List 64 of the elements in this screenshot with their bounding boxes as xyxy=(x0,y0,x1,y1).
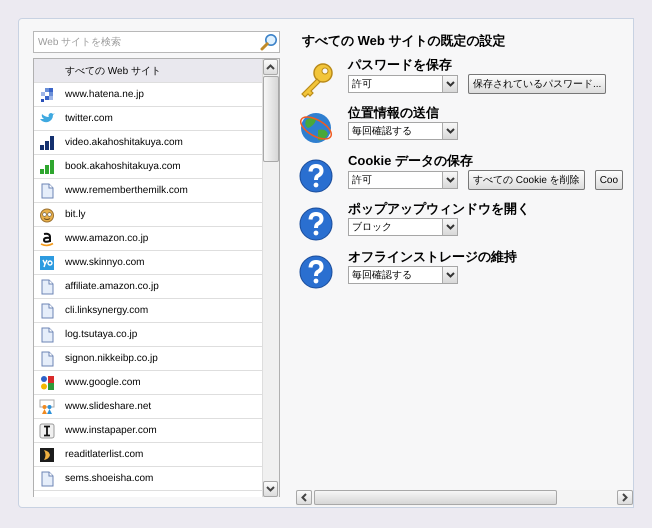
dropdown[interactable]: 毎回確認する xyxy=(348,122,458,140)
face-icon xyxy=(39,206,55,222)
grid-icon xyxy=(39,86,55,102)
chevron-down-icon xyxy=(446,272,454,278)
dropdown[interactable]: 許可 xyxy=(348,171,458,189)
site-item[interactable]: www.rememberthemilk.com xyxy=(65,185,188,196)
site-item[interactable]: www.google.com xyxy=(65,377,141,388)
page-icon xyxy=(39,470,55,486)
chevron-up-icon xyxy=(266,64,275,70)
colored-dots-icon xyxy=(39,374,55,390)
action-button[interactable]: Coo xyxy=(594,170,624,190)
page-icon xyxy=(39,182,55,198)
setting-label: パスワードを保存 xyxy=(348,56,453,74)
search-icon[interactable] xyxy=(260,33,278,51)
site-item[interactable]: www.hatena.ne.jp xyxy=(65,89,144,100)
i-beam-icon xyxy=(39,422,55,438)
bar-chart-icon xyxy=(39,158,55,174)
dropdown[interactable]: ブロック xyxy=(348,218,458,236)
chevron-icon xyxy=(39,446,55,462)
bar-chart-icon xyxy=(39,134,55,150)
presentation-icon xyxy=(39,398,55,414)
page-icon xyxy=(39,326,55,342)
scrollbar-thumb[interactable] xyxy=(263,76,279,162)
chevron-down-icon xyxy=(446,81,454,87)
chevron-down-icon xyxy=(446,128,454,134)
tile-icon xyxy=(39,254,55,270)
setting-label: Cookie データの保存 xyxy=(348,152,474,170)
dropdown[interactable]: 毎回確認する xyxy=(348,266,458,284)
site-item[interactable]: bit.ly xyxy=(65,209,86,220)
site-item[interactable]: sems.shoeisha.com xyxy=(65,473,154,484)
site-item[interactable]: signon.nikkeibp.co.jp xyxy=(65,353,158,364)
site-item[interactable]: video.akahoshitakuya.com xyxy=(65,137,183,148)
letter-a-icon xyxy=(39,230,55,246)
page-icon xyxy=(39,302,55,318)
setting-label: 位置情報の送信 xyxy=(348,104,440,122)
setting-label: オフラインストレージの維持 xyxy=(348,248,517,266)
scroll-up-button[interactable] xyxy=(263,59,278,75)
site-item[interactable]: readitlaterlist.com xyxy=(65,449,144,460)
scroll-left-button[interactable] xyxy=(296,490,312,505)
chevron-right-icon xyxy=(622,493,628,502)
action-button[interactable]: すべての Cookie を削除 xyxy=(468,170,585,190)
site-item[interactable]: www.instapaper.com xyxy=(65,425,157,436)
search-field[interactable]: Web サイトを検索 xyxy=(33,31,280,53)
section-title: すべての Web サイトの既定の設定 xyxy=(302,32,506,50)
chevron-down-icon xyxy=(266,486,275,492)
site-item[interactable]: www.amazon.co.jp xyxy=(65,233,148,244)
scrollbar-thumb[interactable] xyxy=(314,490,557,505)
site-item[interactable]: www.slideshare.net xyxy=(65,401,152,412)
scroll-right-button[interactable] xyxy=(617,490,633,505)
scroll-down-button[interactable] xyxy=(263,481,278,497)
site-item[interactable]: twitter.com xyxy=(65,113,113,124)
dropdown[interactable]: 許可 xyxy=(348,75,458,93)
site-item[interactable]: book.akahoshitakuya.com xyxy=(65,161,181,172)
site-item[interactable]: www.skinnyo.com xyxy=(65,257,144,268)
page-icon xyxy=(39,350,55,366)
action-button[interactable]: 保存されているパスワード... xyxy=(468,74,606,94)
setting-label: ポップアップウィンドウを開く xyxy=(348,200,530,218)
chevron-down-icon xyxy=(446,177,454,183)
chevron-down-icon xyxy=(446,224,454,230)
site-item[interactable]: cli.linksynergy.com xyxy=(65,305,148,316)
site-item[interactable]: log.tsutaya.co.jp xyxy=(65,329,138,340)
site-item[interactable]: affiliate.amazon.co.jp xyxy=(65,281,159,292)
page-icon xyxy=(39,278,55,294)
chevron-left-icon xyxy=(301,493,307,502)
